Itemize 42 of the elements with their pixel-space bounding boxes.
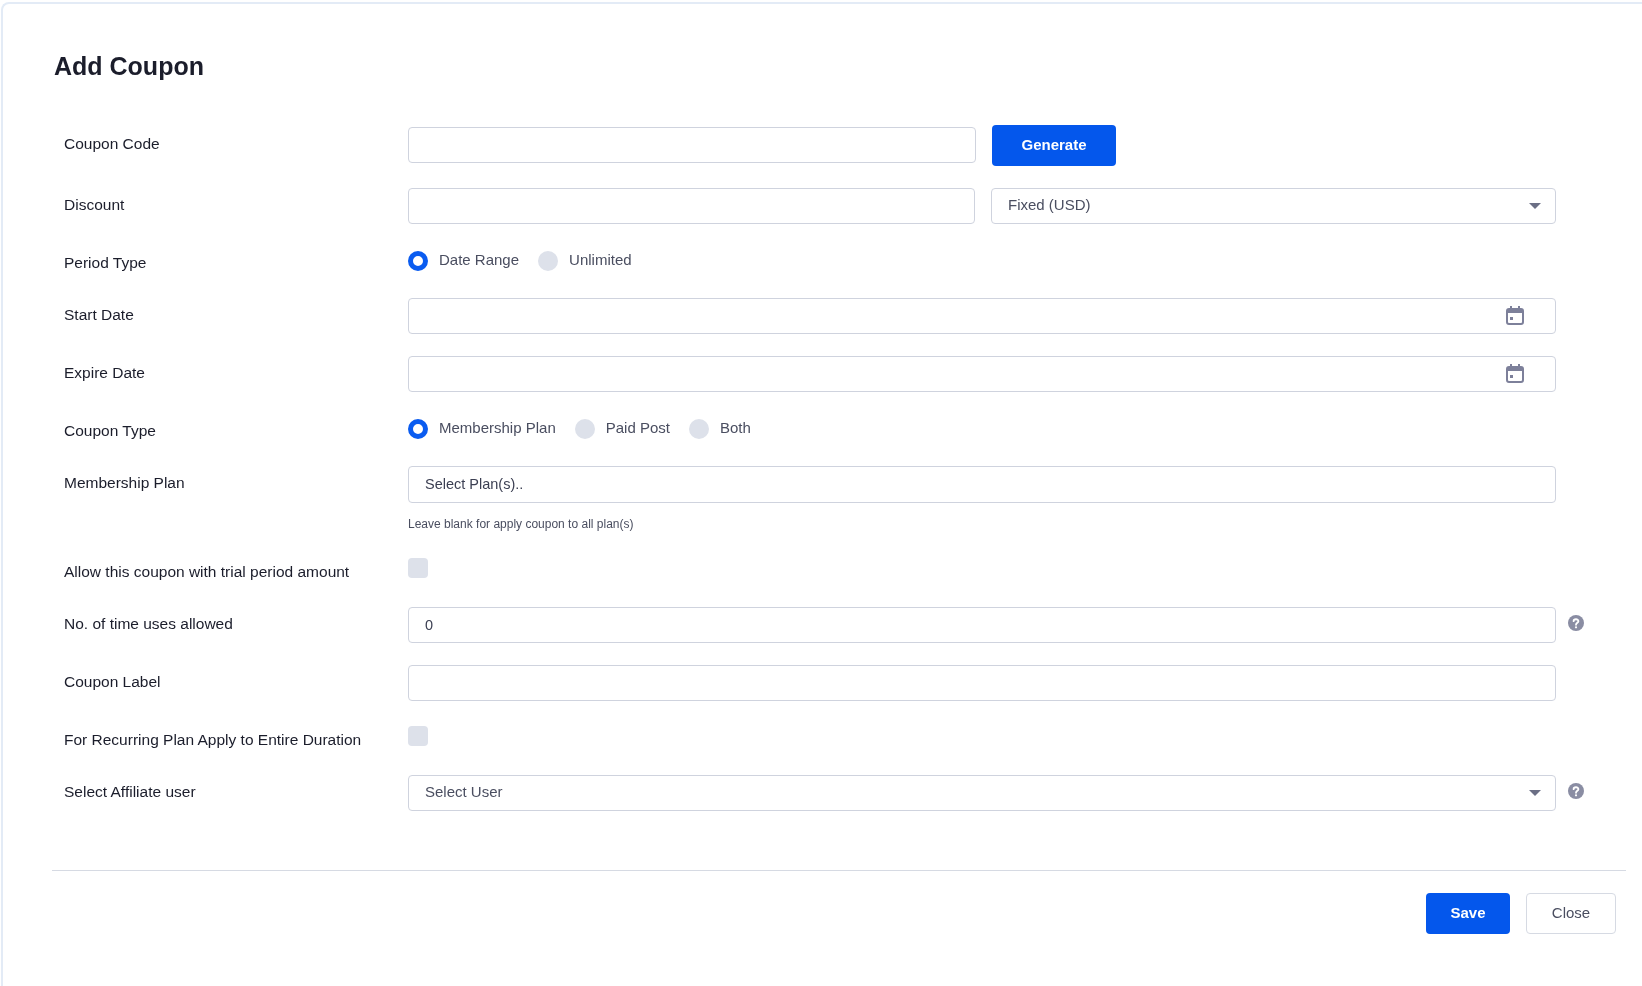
field-label: No. of time uses allowed <box>64 613 234 634</box>
generate-button[interactable]: Generate <box>992 124 1116 166</box>
help-text: Leave blank for apply coupon to all plan(s) <box>408 515 635 533</box>
field-label: Coupon Code <box>64 133 161 154</box>
save-button[interactable]: Save <box>1426 892 1510 934</box>
date-field[interactable] <box>408 297 1556 334</box>
close-button[interactable]: Close <box>1526 892 1616 934</box>
radio-button[interactable] <box>688 418 709 439</box>
select-dropdown[interactable]: Fixed (USD) <box>991 187 1556 224</box>
field-label: Coupon Type <box>64 420 157 441</box>
field-label: Membership Plan <box>64 472 186 493</box>
field-label: Start Date <box>64 304 135 325</box>
field-label: Coupon Label <box>64 671 162 692</box>
radio-label: Membership Plan <box>439 418 556 439</box>
multiselect-field[interactable]: Select Plan(s).. <box>408 465 1556 503</box>
input-field[interactable] <box>408 126 976 163</box>
input-field[interactable] <box>408 187 975 224</box>
field-label: Allow this coupon with trial period amount <box>64 561 351 582</box>
dialog-title: Add Coupon <box>54 51 205 82</box>
radio-button[interactable] <box>408 418 428 439</box>
field-label: For Recurring Plan Apply to Entire Duration <box>64 729 363 750</box>
radio-button[interactable] <box>574 418 595 439</box>
radio-label: Both <box>719 418 751 439</box>
radio-button[interactable] <box>538 250 559 271</box>
caret-icon <box>1529 202 1541 209</box>
radio-button[interactable] <box>408 250 428 271</box>
date-field[interactable] <box>408 355 1556 392</box>
caret-icon <box>1529 789 1541 796</box>
input-field[interactable]: 0 <box>408 606 1556 643</box>
checkbox[interactable] <box>408 557 428 578</box>
field-label: Discount <box>64 194 126 215</box>
calendar-icon <box>1506 305 1524 325</box>
input-field[interactable] <box>408 664 1556 701</box>
field-label: Select Affiliate user <box>64 781 197 802</box>
field-label: Expire Date <box>64 362 146 383</box>
select-dropdown[interactable]: Select User <box>408 774 1556 811</box>
radio-label: Date Range <box>439 250 520 271</box>
radio-label: Paid Post <box>605 418 670 439</box>
calendar-icon <box>1506 363 1524 383</box>
checkbox[interactable] <box>408 725 428 746</box>
radio-label: Unlimited <box>569 250 632 271</box>
field-label: Period Type <box>64 252 148 273</box>
